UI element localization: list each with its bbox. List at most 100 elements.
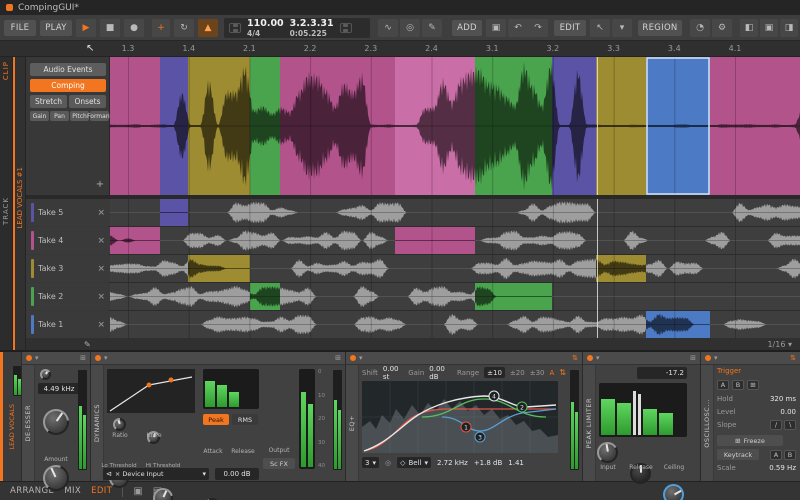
automation-follow-icon[interactable]: ∿	[378, 19, 398, 37]
freeze-button[interactable]: ⊞ Freeze	[717, 435, 783, 446]
range-10-button[interactable]: ±10	[484, 367, 505, 378]
stop-button[interactable]: ■	[100, 19, 120, 37]
draw-mode-icon[interactable]: ✎	[422, 19, 442, 37]
formant-tab[interactable]: Formant	[87, 111, 112, 121]
edit-view-button[interactable]: EDIT	[91, 486, 112, 496]
slope-up-button[interactable]: ∕	[770, 420, 782, 430]
device-power-icon[interactable]	[350, 355, 356, 361]
loop-marker-icon[interactable]	[339, 23, 352, 33]
mix-view-button[interactable]: MIX	[64, 486, 81, 496]
fold-icon[interactable]: ▾	[35, 354, 39, 362]
trigger-a-button[interactable]: A	[717, 380, 729, 390]
remove-take-button[interactable]: ×	[97, 208, 105, 218]
take-3-label-row[interactable]: Take 3 ×	[26, 255, 110, 282]
level-value[interactable]: 0.00	[780, 408, 796, 416]
keytrack-b-button[interactable]: B	[784, 449, 796, 460]
rms-mode-button[interactable]: RMS	[232, 414, 258, 425]
device-header[interactable]: ▾ ⊞	[22, 352, 90, 365]
band-freq-value[interactable]: 2.72 kHz	[437, 459, 468, 467]
device-power-icon[interactable]	[95, 355, 101, 361]
gain-tab[interactable]: Gain	[30, 111, 49, 121]
scale-value[interactable]: 0.59 Hz	[769, 464, 796, 472]
metronome-button[interactable]: ▲	[198, 19, 218, 37]
device-power-icon[interactable]	[705, 355, 711, 361]
ruler-tick[interactable]: 2.1	[243, 44, 256, 53]
sidechain-fx-button[interactable]: Sc FX	[263, 458, 295, 469]
take-2-label-row[interactable]: Take 2 ×	[26, 283, 110, 310]
dynamics-curve-display[interactable]	[107, 369, 195, 413]
ab-compare-button[interactable]: A	[550, 369, 555, 377]
ruler-tick[interactable]: 2.2	[304, 44, 317, 53]
add-track-button[interactable]: ADD	[452, 20, 482, 36]
ruler-ticks[interactable]: 1.3 1.4 2.1 2.2 2.3 2.4 3.1 3.2 3.3 3.4 4.1	[110, 41, 800, 57]
gr[interactable]: 1/16 ▾	[767, 340, 792, 349]
region-button[interactable]: REGION	[638, 20, 682, 36]
undo-icon[interactable]: ↶	[508, 19, 528, 37]
device-oscilloscope[interactable]: ▾ ⇅ OSCILLOSC... Trigger A B ⊞ Hold 320 m…	[700, 352, 800, 481]
shift-value[interactable]: 0.00 st	[383, 365, 403, 381]
toggle-left-panel-icon[interactable]: ◧	[740, 19, 758, 37]
track-rail[interactable]: LEAD VOCALS #1	[13, 57, 26, 350]
remove-take-button[interactable]: ×	[97, 236, 105, 246]
hold-value[interactable]: 320 ms	[770, 395, 796, 403]
file-menu-button[interactable]: FILE	[4, 20, 36, 36]
fold-icon[interactable]: ▾	[714, 354, 718, 362]
remove-take-button[interactable]: ×	[97, 292, 105, 302]
snap-menu-icon[interactable]: ▾	[612, 19, 632, 37]
sidechain-gain-field[interactable]: 0.00 dB	[215, 468, 259, 480]
device-track-strip[interactable]: LEAD VOCALS	[0, 352, 22, 481]
toggle-bottom-panel-icon[interactable]: ▣	[760, 19, 778, 37]
take-4-label-row[interactable]: Take 4 ×	[26, 227, 110, 254]
expand-icon[interactable]: ⇅	[790, 354, 796, 362]
trigger-b-button[interactable]: B	[732, 380, 744, 390]
clip-scope-tab[interactable]: CLIP	[2, 61, 10, 80]
take-5-lane[interactable]	[110, 199, 800, 226]
ruler-tick[interactable]: 1.3	[122, 44, 135, 53]
deesser-amount-knob[interactable]	[43, 465, 69, 491]
pointer-mode-icon[interactable]: ↖	[590, 19, 610, 37]
zoom-grid-value[interactable]: 1/16	[767, 340, 785, 349]
device-power-icon[interactable]	[587, 355, 593, 361]
time-signature-display[interactable]: 4/4	[247, 30, 284, 38]
position-beats-display[interactable]: 3.2.3.31	[290, 18, 334, 29]
ruler-tick[interactable]: 3.2	[547, 44, 560, 53]
expand-icon[interactable]: ⇅	[572, 354, 578, 362]
knob-panel-icon[interactable]: ◔	[690, 19, 710, 37]
tempo-display[interactable]: 110.00	[247, 18, 284, 29]
ruler-tick[interactable]: 2.3	[364, 44, 377, 53]
take-5-label-row[interactable]: Take 5 ×	[26, 199, 110, 226]
trigger-grid-icon[interactable]: ⊞	[747, 380, 759, 390]
track-scope-tab[interactable]: TRACK	[2, 197, 10, 225]
device-eq-plus[interactable]: ▾ ⇅ EQ+ Shift 0.00 st Gain 0.00 dB Range …	[345, 352, 582, 481]
device-power-icon[interactable]	[26, 355, 32, 361]
ruler-tick[interactable]: 2.4	[425, 44, 438, 53]
position-time-display[interactable]: 0:05.225	[290, 30, 334, 38]
device-peak-limiter[interactable]: ▾ ⊞ PEAK LIMITER -17.2 Input Release Ceil…	[582, 352, 700, 500]
stretch-tab[interactable]: Stretch	[30, 95, 67, 108]
device-header[interactable]: ▾ ⇅	[701, 352, 800, 365]
remote-icon[interactable]: ⊞	[335, 354, 341, 362]
onsets-tab[interactable]: Onsets	[69, 95, 106, 108]
remote-icon[interactable]: ⊞	[690, 354, 696, 362]
device-header[interactable]: ▾ ⊞	[91, 352, 345, 365]
band-enable-icon[interactable]: ◎	[385, 459, 391, 467]
fold-icon[interactable]: ▾	[104, 354, 108, 362]
device-header[interactable]: ▾ ⊞	[583, 352, 700, 365]
pointer-tool-icon[interactable]: ↖	[86, 43, 94, 54]
punch-in-icon[interactable]: +	[152, 19, 170, 37]
tap-tempo-icon[interactable]	[229, 23, 241, 33]
band-q-value[interactable]: 1.41	[508, 459, 524, 467]
device-header[interactable]: ▾ ⇅	[346, 352, 582, 365]
settings-gear-icon[interactable]: ⚙	[712, 19, 732, 37]
pan-tab[interactable]: Pan	[50, 111, 69, 121]
remove-take-button[interactable]: ×	[97, 320, 105, 330]
limiter-input-knob[interactable]	[597, 442, 618, 463]
redo-icon[interactable]: ↷	[528, 19, 548, 37]
overdub-icon[interactable]: ◎	[400, 19, 420, 37]
band-selector[interactable]: 3 ▾	[362, 457, 379, 468]
take-1-label-row[interactable]: Take 1 ×	[26, 311, 110, 338]
eq-curve-display[interactable]: 1 2 3 4	[362, 381, 558, 453]
draw-tool-icon[interactable]: ✎	[84, 340, 91, 349]
audio-events-tab[interactable]: Audio Events	[30, 63, 106, 76]
keytrack-a-button[interactable]: A	[770, 449, 782, 460]
